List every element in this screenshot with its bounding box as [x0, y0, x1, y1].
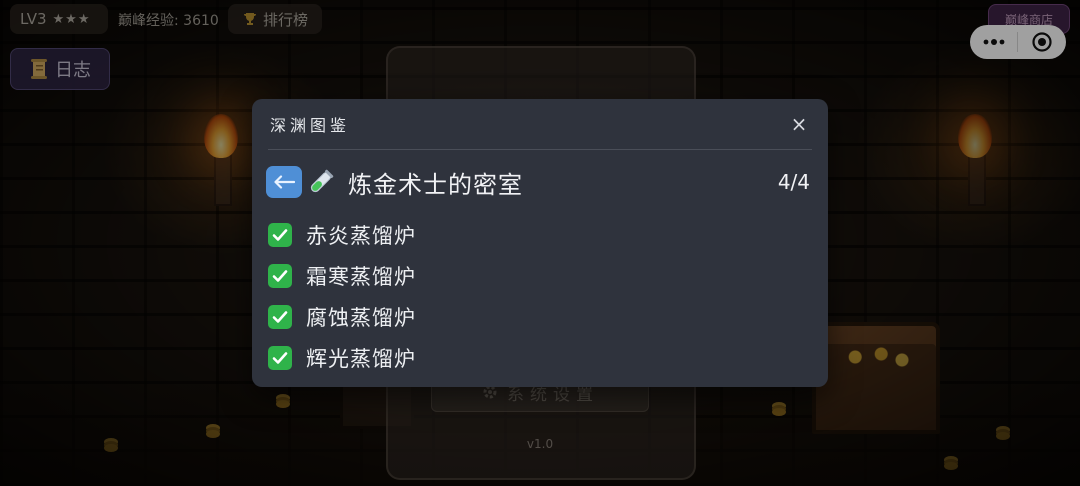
game-scene: 系统设置 v1.0 LV3 ★★★ 巅峰经验: 3610 排行榜 巅峰商店 日志 — [0, 0, 1080, 486]
back-button[interactable] — [266, 166, 302, 198]
modal-title: 深渊图鉴 — [270, 116, 351, 135]
list-item: 赤炎蒸馏炉 — [268, 214, 812, 255]
item-label: 霜寒蒸馏炉 — [306, 264, 416, 289]
item-label: 辉光蒸馏炉 — [306, 346, 416, 371]
list-item: 腐蚀蒸馏炉 — [268, 296, 812, 337]
close-icon: × — [790, 112, 808, 136]
abyss-codex-modal: 深渊图鉴 × 炼金术士的密室 4/4 赤炎蒸馏炉 霜寒蒸馏炉 腐蚀蒸馏炉 辉光蒸… — [252, 99, 828, 387]
modal-header: 深渊图鉴 × — [268, 99, 812, 150]
list-item: 霜寒蒸馏炉 — [268, 255, 812, 296]
check-icon — [268, 345, 292, 370]
item-list: 赤炎蒸馏炉 霜寒蒸馏炉 腐蚀蒸馏炉 辉光蒸馏炉 — [268, 214, 812, 378]
close-button[interactable]: × — [786, 111, 812, 137]
check-icon — [268, 222, 292, 247]
room-header: 炼金术士的密室 4/4 — [266, 150, 812, 214]
room-name: 炼金术士的密室 — [348, 170, 523, 199]
item-label: 赤炎蒸馏炉 — [306, 223, 416, 248]
item-label: 腐蚀蒸馏炉 — [306, 305, 416, 330]
collection-progress: 4/4 — [777, 170, 810, 194]
check-icon — [268, 263, 292, 288]
check-icon — [268, 304, 292, 329]
left-arrow-icon — [274, 175, 295, 189]
test-tube-icon — [306, 167, 336, 197]
list-item: 辉光蒸馏炉 — [268, 337, 812, 378]
